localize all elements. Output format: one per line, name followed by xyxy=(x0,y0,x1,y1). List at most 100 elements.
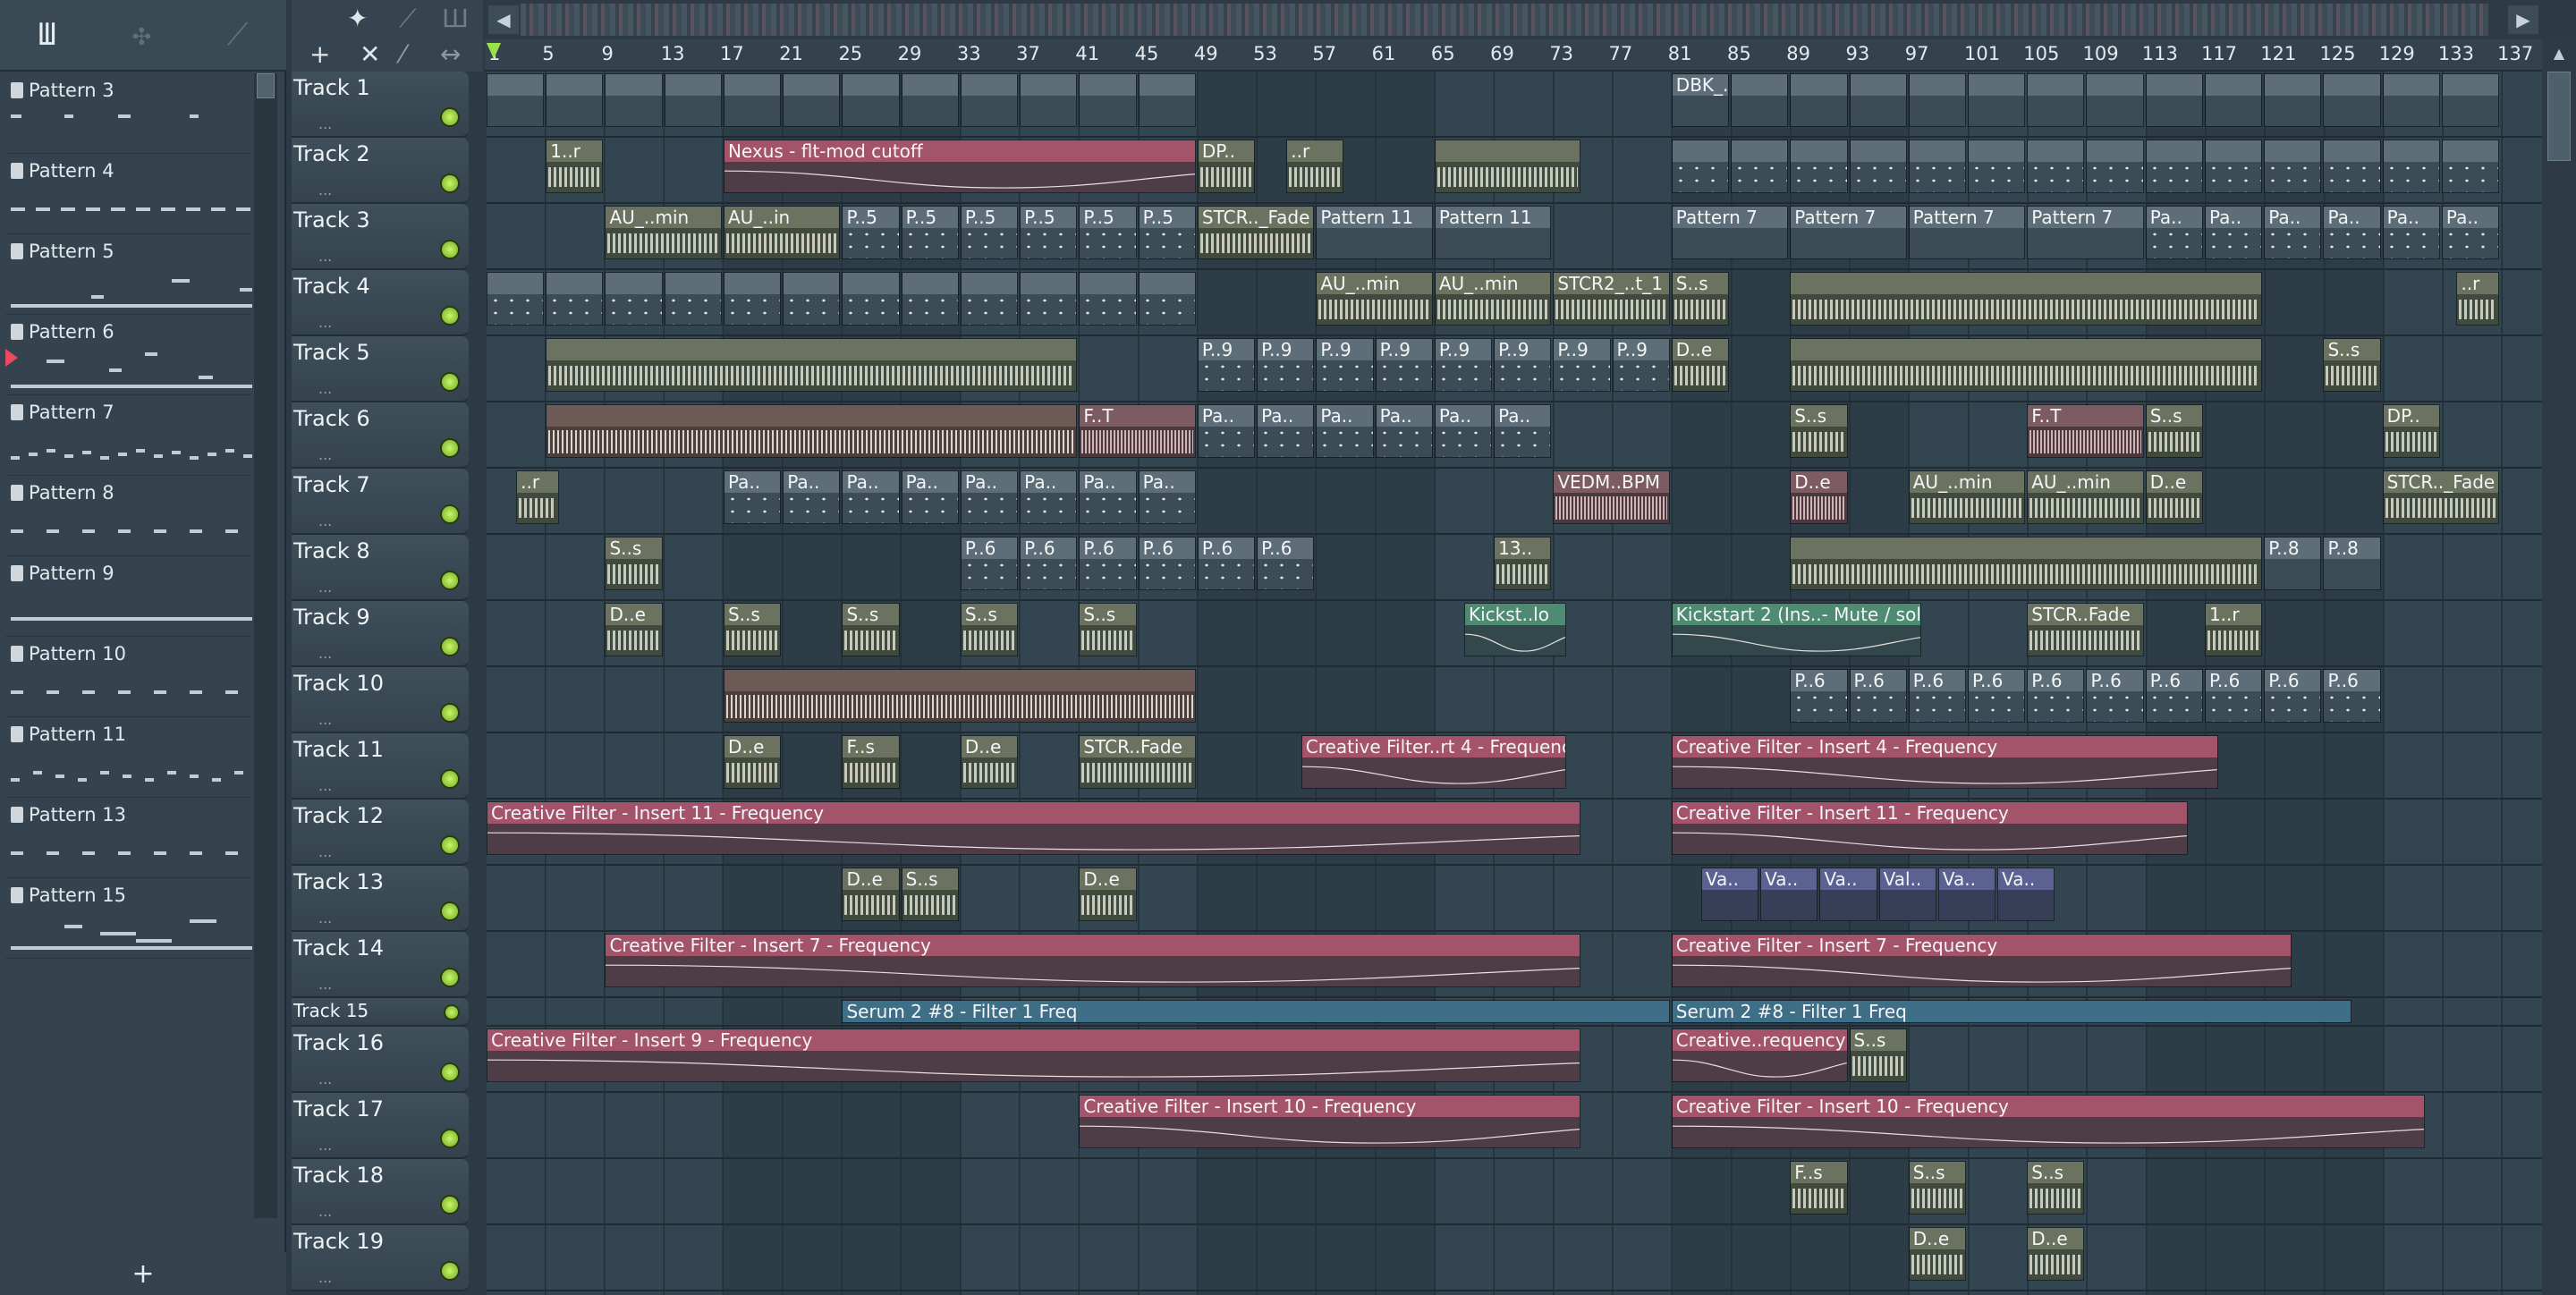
pattern-item[interactable]: Pattern 7 xyxy=(5,395,252,476)
playlist-clip[interactable]: Va.. xyxy=(1997,868,2055,921)
playlist-clip[interactable]: STCR..Fade xyxy=(1079,735,1196,789)
pattern-clip[interactable] xyxy=(1079,272,1137,326)
pattern-clip[interactable] xyxy=(1908,73,1966,127)
playlist-clip[interactable]: S..s xyxy=(723,603,782,656)
playlist-clip[interactable]: AU_..min xyxy=(1434,272,1552,326)
playlist-grid[interactable]: P..5 P..5 P..5 P..5 P..5 P..5 Pa.. Pa.. Pa.. Pa..… xyxy=(487,72,2544,1295)
pattern-clip[interactable]: Pa.. xyxy=(2264,206,2322,259)
pattern-clip[interactable] xyxy=(1968,140,2026,193)
pattern-clip[interactable] xyxy=(960,272,1019,326)
playlist-clip[interactable]: AU_..min xyxy=(1316,272,1433,326)
snap-icon[interactable]: Ш xyxy=(38,17,56,53)
track-menu-icon[interactable]: ... xyxy=(318,711,332,728)
pattern-clip[interactable] xyxy=(1849,140,1907,193)
pattern-clip[interactable]: P..6 xyxy=(1968,669,2026,723)
slice-tool-icon[interactable]: Ш xyxy=(442,4,469,33)
pattern-clip[interactable] xyxy=(723,272,782,326)
playlist-clip[interactable]: F..s xyxy=(842,735,900,789)
automation-clip[interactable]: Kickstart 2 (Ins..- Mute / solo xyxy=(1671,603,1922,656)
track-menu-icon[interactable]: ... xyxy=(318,579,332,596)
track-mute-led[interactable] xyxy=(440,438,460,458)
playlist-clip[interactable]: Va.. xyxy=(1937,868,1996,921)
playhead-marker[interactable] xyxy=(487,43,501,59)
pattern-clip[interactable] xyxy=(2145,73,2203,127)
track-mute-led[interactable] xyxy=(440,372,460,392)
playlist-clip[interactable]: S..s xyxy=(1671,272,1730,326)
pattern-scrollbar[interactable] xyxy=(254,73,277,1218)
playlist-clip[interactable]: D..e xyxy=(960,735,1019,789)
playlist-clip[interactable]: S..s xyxy=(842,603,900,656)
pattern-clip[interactable]: Pa.. xyxy=(1257,404,1315,458)
automation-clip[interactable]: Nexus - flt-mod cutoff xyxy=(723,140,1196,193)
pattern-clip[interactable]: Pa.. xyxy=(2382,206,2440,259)
automation-clip[interactable]: Serum 2 #8 - Filter 1 Freq xyxy=(842,1000,1670,1023)
playlist-clip[interactable]: D..e xyxy=(605,603,663,656)
pattern-clip[interactable]: P..6 xyxy=(1079,537,1137,590)
pattern-clip[interactable] xyxy=(1138,73,1196,127)
pattern-clip[interactable]: Pa.. xyxy=(2204,206,2263,259)
pattern-clip[interactable] xyxy=(2086,140,2144,193)
track-mute-led[interactable] xyxy=(440,637,460,656)
track-menu-icon[interactable]: ... xyxy=(318,380,332,397)
pattern-clip[interactable] xyxy=(2323,73,2381,127)
track-mute-led[interactable] xyxy=(440,174,460,193)
track-menu-icon[interactable]: ... xyxy=(318,512,332,529)
track-name[interactable]: Track 3 xyxy=(293,207,370,233)
automation-clip[interactable]: Creative Filter - Insert 11 - Frequency xyxy=(1671,801,2189,855)
pattern-clip[interactable] xyxy=(546,272,604,326)
pattern-clip[interactable] xyxy=(960,73,1019,127)
track-header[interactable]: Track 17... xyxy=(292,1093,469,1159)
pattern-clip[interactable]: Pa.. xyxy=(1138,470,1196,524)
track-mute-led[interactable] xyxy=(440,1129,460,1148)
pattern-clip[interactable]: Pa.. xyxy=(2441,206,2500,259)
playlist-clip[interactable]: D..e xyxy=(1079,868,1137,921)
track-header[interactable]: Track 1... xyxy=(292,72,469,138)
mixer-icon[interactable]: ✣ xyxy=(132,17,150,53)
pattern-clip[interactable]: P..5 xyxy=(960,206,1019,259)
track-name[interactable]: Track 9 xyxy=(293,605,370,630)
pattern-clip[interactable]: P..5 xyxy=(1079,206,1137,259)
playlist-clip[interactable]: Va.. xyxy=(1700,868,1759,921)
playlist-clip[interactable]: STCR..Fade xyxy=(2027,603,2144,656)
track-header[interactable]: Track 3... xyxy=(292,204,469,270)
pattern-clip[interactable]: Pa.. xyxy=(1316,404,1374,458)
pattern-scrollbar-thumb[interactable] xyxy=(257,73,275,98)
track-header[interactable]: Track 5... xyxy=(292,336,469,402)
pattern-clip[interactable]: Pa.. xyxy=(1434,404,1493,458)
pattern-clip[interactable]: P..6 xyxy=(2027,669,2085,723)
playlist-clip[interactable]: P..8 xyxy=(2264,537,2322,590)
track-mute-led[interactable] xyxy=(440,504,460,524)
playlist-clip[interactable]: D..e xyxy=(1790,470,1848,524)
pattern-clip[interactable] xyxy=(664,272,722,326)
track-header[interactable]: Track 14... xyxy=(292,932,469,998)
playlist-clip[interactable]: VEDM..BPM xyxy=(1553,470,1670,524)
pattern-clip[interactable]: Pa.. xyxy=(1375,404,1433,458)
pattern-clip[interactable]: P..9 xyxy=(1494,338,1552,392)
pattern-clip[interactable] xyxy=(664,73,722,127)
pattern-clip[interactable] xyxy=(1671,140,1730,193)
pattern-item[interactable]: Pattern 13 xyxy=(5,798,250,878)
pattern-clip[interactable] xyxy=(1908,140,1966,193)
track-name[interactable]: Track 15 xyxy=(293,1000,369,1021)
track-name[interactable]: Track 18 xyxy=(293,1163,384,1188)
pattern-clip[interactable] xyxy=(2027,73,2085,127)
playlist-clip[interactable]: F..s xyxy=(1790,1161,1848,1215)
pattern-clip[interactable] xyxy=(546,73,604,127)
playlist-clip[interactable]: Pattern 11 xyxy=(1316,206,1433,259)
playlist-clip[interactable]: DP.. xyxy=(2382,404,2440,458)
pattern-clip[interactable]: Pa.. xyxy=(901,470,959,524)
pattern-clip[interactable] xyxy=(2086,73,2144,127)
pattern-clip[interactable] xyxy=(2027,140,2085,193)
pattern-clip[interactable] xyxy=(487,73,545,127)
playlist-clip[interactable]: ..r xyxy=(1286,140,1344,193)
track-menu-icon[interactable]: ... xyxy=(318,777,332,794)
pattern-clip[interactable] xyxy=(2382,140,2440,193)
playlist-clip[interactable]: S..s xyxy=(1079,603,1137,656)
playlist-clip[interactable]: Pattern 7 xyxy=(1908,206,2026,259)
pattern-clip[interactable]: P..5 xyxy=(1138,206,1196,259)
pattern-clip[interactable]: P..9 xyxy=(1553,338,1611,392)
playlist-clip[interactable]: AU_..min xyxy=(605,206,722,259)
track-header[interactable]: Track 8... xyxy=(292,535,469,601)
pattern-clip[interactable]: P..6 xyxy=(2264,669,2322,723)
audio-clip-block[interactable] xyxy=(723,669,1196,723)
